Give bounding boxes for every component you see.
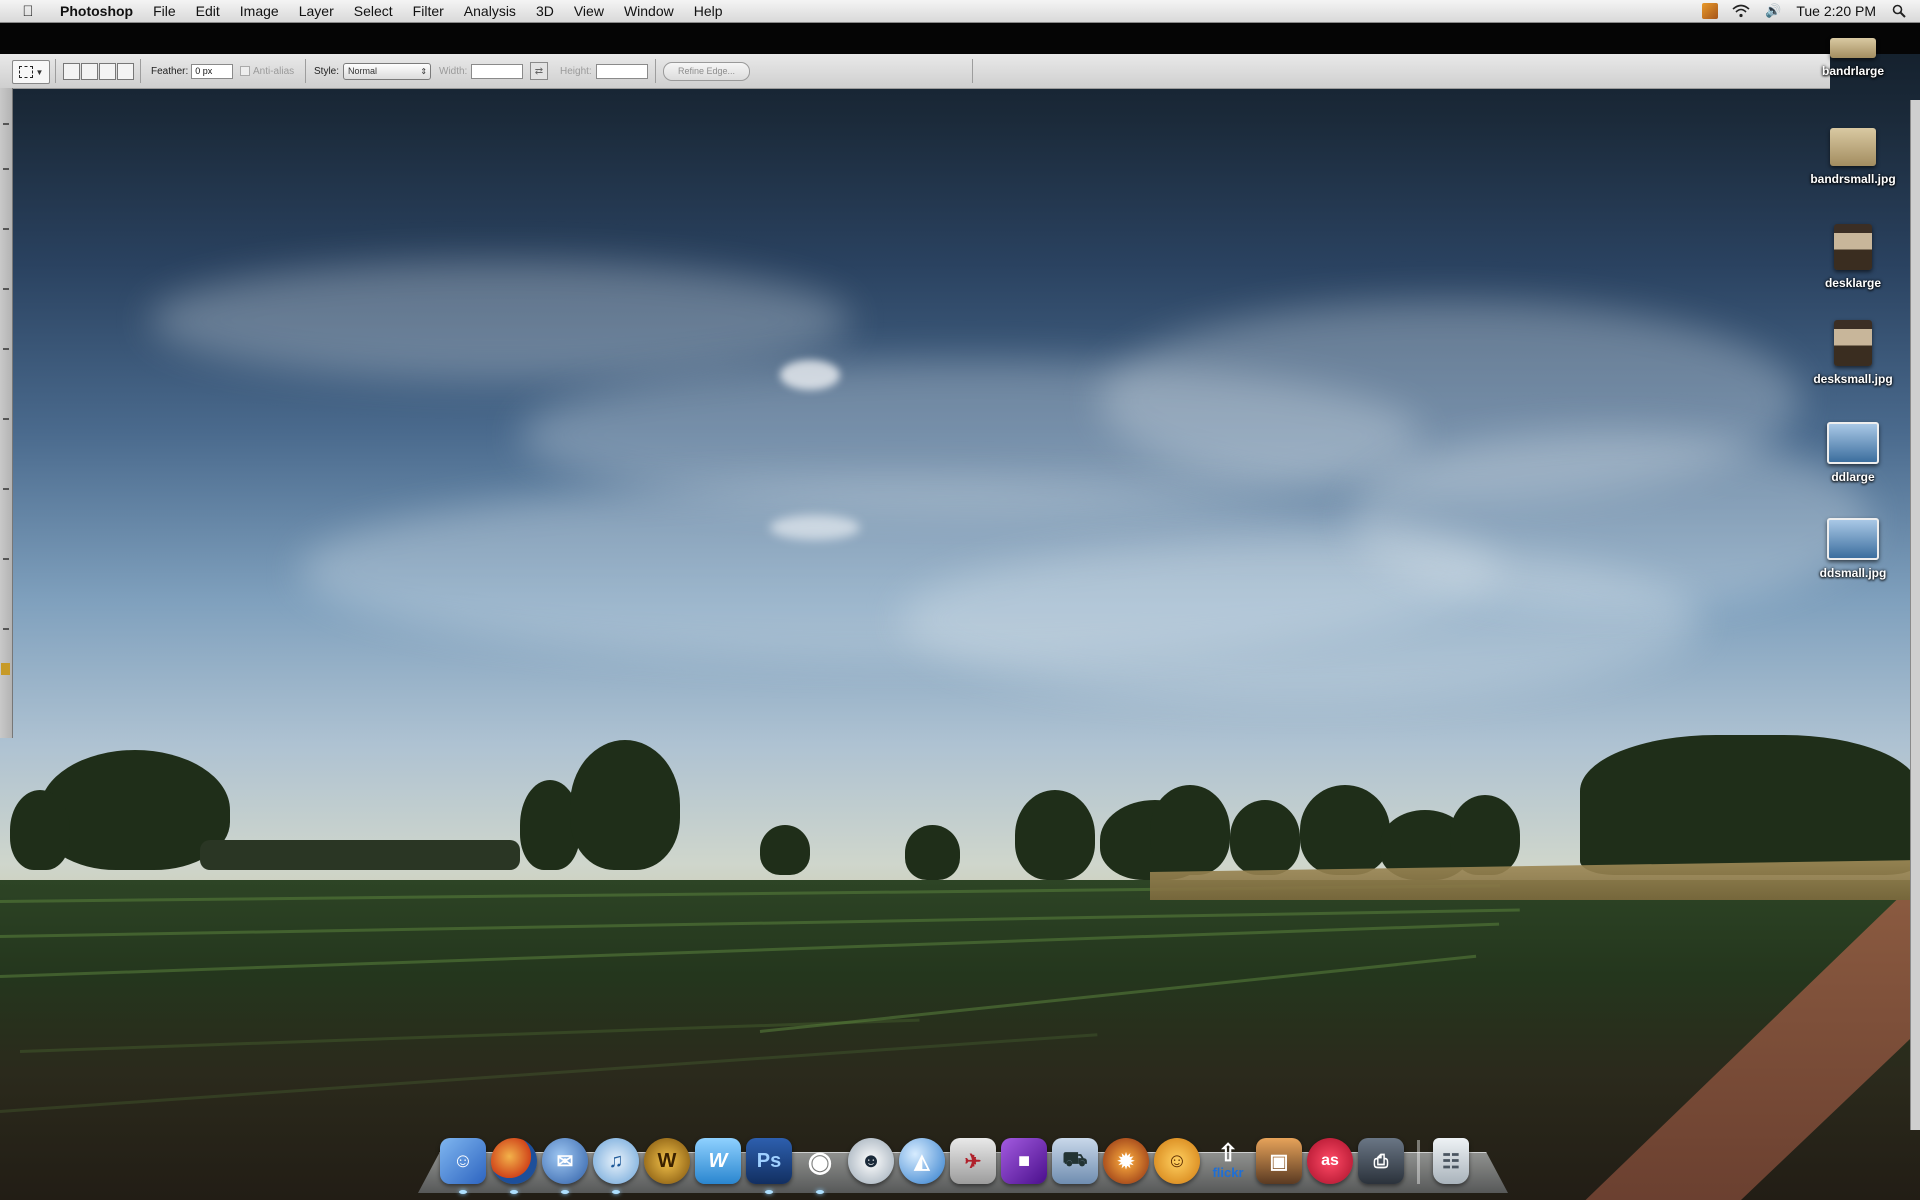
- image-file-icon: [1834, 320, 1872, 366]
- dock-wordpress-editor-icon[interactable]: W: [695, 1138, 741, 1184]
- tool-options-bar: ▼ Feather: 0 px Anti-alias Style: Normal…: [0, 54, 1830, 89]
- height-input[interactable]: [595, 63, 648, 79]
- desktop-icon-desksmall[interactable]: desksmall.jpg: [1793, 320, 1913, 386]
- wifi-icon[interactable]: [1732, 2, 1750, 20]
- dock-finder-icon[interactable]: ☺: [440, 1138, 486, 1194]
- dock-cyberduck-icon[interactable]: ☺: [1154, 1138, 1200, 1184]
- arrow-up-icon: ⇧: [1217, 1139, 1239, 1167]
- menu-analysis[interactable]: Analysis: [454, 0, 526, 22]
- volume-icon[interactable]: 🔊: [1764, 2, 1782, 20]
- tool-icon[interactable]: [3, 123, 9, 125]
- feather-input[interactable]: 0 px: [191, 63, 234, 79]
- selection-mode-group: [63, 62, 134, 80]
- dock-globe-icon[interactable]: ◭: [899, 1138, 945, 1184]
- menu-extras: 🔊 Tue 2:20 PM: [1702, 0, 1908, 22]
- application-frame-top: [0, 23, 1920, 54]
- tool-icon[interactable]: [3, 488, 9, 490]
- image-file-icon: [1827, 518, 1879, 560]
- add-to-selection-icon[interactable]: [81, 62, 98, 80]
- dock-installer-icon[interactable]: ✈: [950, 1138, 996, 1184]
- menubar-clock[interactable]: Tue 2:20 PM: [1796, 3, 1876, 19]
- anti-alias-checkbox[interactable]: [240, 66, 250, 76]
- dock-image-capture-icon[interactable]: ▣: [1256, 1138, 1302, 1184]
- tool-icon[interactable]: [3, 418, 9, 420]
- feather-label: Feather:: [151, 65, 189, 77]
- dock-trash-icon[interactable]: ☷: [1433, 1138, 1469, 1184]
- chevron-down-icon: ▼: [35, 67, 44, 77]
- desktop-icon-label: bandrlarge: [1821, 64, 1884, 78]
- tool-preset-picker[interactable]: ▼: [12, 60, 50, 84]
- dock-world-of-warcraft-icon[interactable]: W: [644, 1138, 690, 1184]
- style-select[interactable]: Normal ⇕: [343, 62, 432, 80]
- desktop-icon-bandrsmall[interactable]: bandrsmall.jpg: [1793, 128, 1913, 186]
- width-label: Width:: [439, 65, 468, 77]
- menu-edit[interactable]: Edit: [186, 0, 230, 22]
- menu-select[interactable]: Select: [344, 0, 403, 22]
- height-label: Height:: [560, 65, 592, 77]
- dock-firefox-icon[interactable]: [491, 1138, 537, 1194]
- apple-icon[interactable]: : [18, 3, 38, 20]
- dock-photoshop-icon[interactable]: Ps: [746, 1138, 792, 1194]
- dock-adium-icon[interactable]: ◉: [797, 1138, 843, 1194]
- tool-icon[interactable]: [3, 288, 9, 290]
- dock-chat-icon[interactable]: ☻: [848, 1138, 894, 1184]
- desktop-icon-label: desklarge: [1824, 276, 1882, 290]
- desktop-icon-label: ddsmall.jpg: [1819, 566, 1887, 580]
- image-file-icon: [1830, 128, 1876, 166]
- spotlight-icon[interactable]: [1890, 2, 1908, 20]
- desktop-icon-label: ddlarge: [1831, 470, 1875, 484]
- tool-icon[interactable]: [3, 228, 9, 230]
- marquee-icon: [18, 66, 33, 78]
- foreground-color-swatch[interactable]: [1, 663, 10, 675]
- dock-purple-app-icon[interactable]: ■: [1001, 1138, 1047, 1184]
- dock-lastfm-icon[interactable]: as: [1307, 1138, 1353, 1184]
- app-status-icon[interactable]: [1702, 3, 1719, 19]
- tool-icon[interactable]: [3, 348, 9, 350]
- menu-help[interactable]: Help: [684, 0, 733, 22]
- dock-thunderbird-icon[interactable]: ✉: [542, 1138, 588, 1194]
- menu-filter[interactable]: Filter: [403, 0, 454, 22]
- swap-width-height-icon[interactable]: ⇄: [530, 62, 548, 80]
- flickr-wordmark: flickr: [1212, 1164, 1244, 1180]
- desktop-icon-label: desksmall.jpg: [1813, 372, 1893, 386]
- width-input[interactable]: [471, 63, 524, 79]
- menu-layer[interactable]: Layer: [289, 0, 344, 22]
- style-select-value: Normal: [348, 65, 378, 76]
- dock: ☺ ✉ ♫ W W Ps ◉ ☻ ◭ ✈ ■ ⛟ ✹ ☺ ⇧ flickr ▣ a…: [440, 1134, 1469, 1194]
- style-label: Style:: [314, 65, 340, 77]
- tools-panel: [0, 88, 13, 738]
- menu-view[interactable]: View: [564, 0, 614, 22]
- dock-itunes-icon[interactable]: ♫: [593, 1138, 639, 1194]
- tool-icon[interactable]: [3, 168, 9, 170]
- desktop-icon-bandrlarge[interactable]: bandrlarge: [1793, 38, 1913, 78]
- desktop-icon-ddsmall[interactable]: ddsmall.jpg: [1793, 518, 1913, 580]
- image-file-icon: [1830, 38, 1876, 58]
- dock-separator: [1417, 1140, 1420, 1184]
- dock-printer-icon[interactable]: ⎙: [1358, 1138, 1404, 1184]
- menu-file[interactable]: File: [143, 0, 186, 22]
- desktop-icon-ddlarge[interactable]: ddlarge: [1793, 422, 1913, 484]
- menu-app-photoshop[interactable]: Photoshop: [52, 0, 143, 22]
- desktop-icon-desklarge[interactable]: desklarge: [1793, 224, 1913, 290]
- tool-icon[interactable]: [3, 558, 9, 560]
- dock-burn-icon[interactable]: ✹: [1103, 1138, 1149, 1184]
- menu-bar:  Photoshop File Edit Image Layer Select…: [0, 0, 1920, 23]
- refine-edge-button[interactable]: Refine Edge...: [663, 61, 751, 81]
- tool-icon[interactable]: [3, 628, 9, 630]
- image-file-icon: [1827, 422, 1879, 464]
- intersect-selection-icon[interactable]: [117, 62, 134, 80]
- desktop-icon-label: bandrsmall.jpg: [1810, 172, 1896, 186]
- anti-alias-label: Anti-alias: [253, 65, 295, 77]
- dock-transmit-icon[interactable]: ⛟: [1052, 1138, 1098, 1184]
- menu-3d[interactable]: 3D: [526, 0, 564, 22]
- subtract-from-selection-icon[interactable]: [99, 62, 116, 80]
- select-arrows-icon: ⇕: [420, 66, 428, 76]
- menu-window[interactable]: Window: [614, 0, 684, 22]
- new-selection-icon[interactable]: [63, 62, 80, 80]
- desktop-wallpaper: [0, 0, 1920, 1200]
- image-file-icon: [1834, 224, 1872, 270]
- menu-image[interactable]: Image: [230, 0, 289, 22]
- dock-flickr-uploadr-icon[interactable]: ⇧ flickr: [1205, 1138, 1251, 1184]
